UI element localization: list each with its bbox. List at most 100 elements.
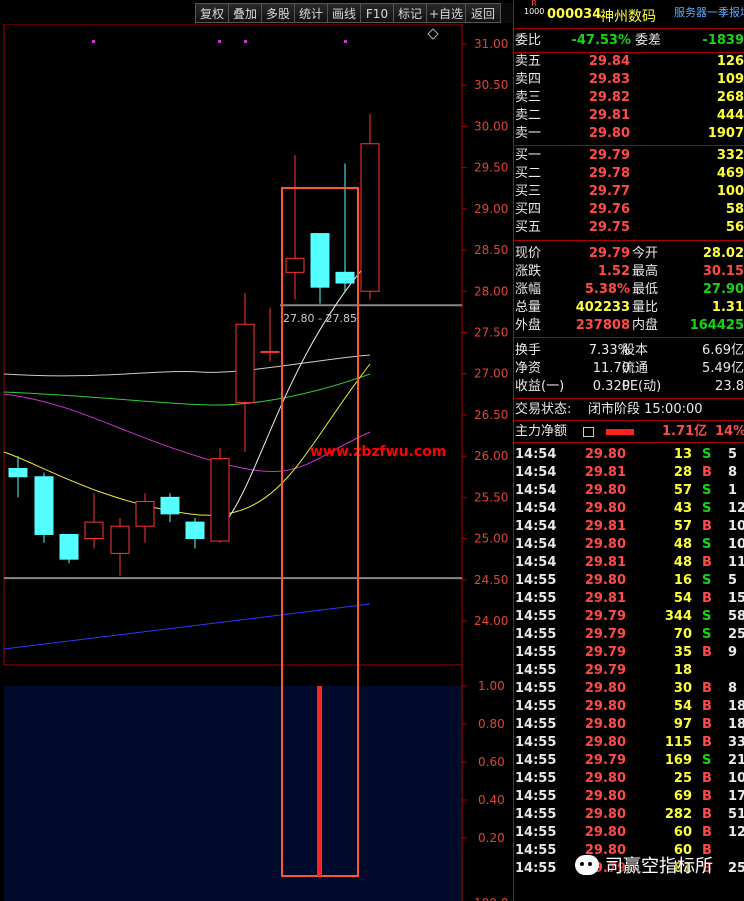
- tick-volume: 16: [673, 573, 692, 588]
- tick-time: 14:55: [515, 717, 557, 732]
- tick-side: S: [702, 609, 712, 624]
- price-tick-label: 24.50: [474, 573, 508, 587]
- server-label: 服务器一季报增: [674, 6, 744, 19]
- tick-volume: 48: [673, 555, 692, 570]
- tick-price: 29.80: [584, 537, 626, 552]
- quote-label-2: 量比: [632, 300, 659, 315]
- quote-label-2: 内盘: [632, 318, 659, 333]
- tick-side: B: [702, 807, 712, 822]
- quote-value-2: 164425: [689, 318, 744, 333]
- ask-label: 卖四: [515, 72, 542, 87]
- tick-side: B: [702, 789, 712, 804]
- tick-side: B: [702, 681, 712, 696]
- price-tick-label: 25.50: [474, 490, 508, 504]
- toolbar-button[interactable]: 复权: [195, 3, 228, 23]
- tick-count: 21: [728, 753, 744, 768]
- tick-price: 29.80: [584, 483, 626, 498]
- tick-row: 14:54 29.80 13 S 5: [514, 446, 744, 464]
- tick-time: 14:55: [515, 663, 557, 678]
- tick-row: 14:55 29.80 54 B 18: [514, 698, 744, 716]
- tick-volume: 344: [664, 609, 692, 624]
- indicator-pane: [4, 686, 462, 901]
- bid-label: 买一: [515, 148, 542, 163]
- tick-time: 14:55: [515, 753, 557, 768]
- tick-time: 14:54: [515, 519, 557, 534]
- quote-row: 外盘 237808 内盘 164425: [514, 317, 744, 335]
- toolbar-button[interactable]: F10: [360, 3, 393, 23]
- tick-count: 17: [728, 789, 744, 804]
- tick-price: 29.81: [584, 555, 626, 570]
- tick-time: 14:55: [515, 861, 557, 876]
- tick-time: 14:54: [515, 555, 557, 570]
- tick-row: 14:54 29.81 28 B 8: [514, 464, 744, 482]
- stat-label: 净资: [515, 361, 542, 376]
- candle-body: [235, 323, 255, 404]
- tick-row: 14:55 29.79 169 S 21: [514, 752, 744, 770]
- stat-label: 换手: [515, 343, 542, 358]
- price-tick-label: 27.50: [474, 326, 508, 340]
- tick-row: 14:55 29.80 25 B 10: [514, 770, 744, 788]
- tick-count: 51: [728, 807, 744, 822]
- ask-row: 卖四 29.83 109: [514, 71, 744, 89]
- tick-side: B: [702, 699, 712, 714]
- tick-count: 33: [728, 735, 744, 750]
- wechat-icon: [575, 855, 599, 875]
- bid-label: 买三: [515, 184, 542, 199]
- list-icon[interactable]: [583, 427, 594, 437]
- tick-volume: 169: [664, 753, 692, 768]
- stock-name: 神州数码: [600, 9, 656, 25]
- candle-body: [285, 257, 305, 273]
- candle-body: [335, 271, 355, 284]
- candle-body: [8, 468, 28, 478]
- ask-price: 29.82: [588, 90, 630, 105]
- toolbar-button[interactable]: 返回: [465, 3, 501, 23]
- candle-body: [160, 496, 180, 515]
- tick-side: S: [702, 447, 712, 462]
- tick-volume: 115: [664, 735, 692, 750]
- tick-time: 14:54: [515, 537, 557, 552]
- tick-row: 14:55 29.80 97 B 18: [514, 716, 744, 734]
- tick-volume: 43: [673, 501, 692, 516]
- ask-volume: 444: [716, 108, 744, 123]
- tick-price: 29.79: [584, 663, 626, 678]
- toolbar-button[interactable]: +自选: [426, 3, 465, 23]
- tick-time: 14:55: [515, 789, 557, 804]
- candle-body: [360, 143, 380, 292]
- tick-row: 14:55 29.79 344 S 58: [514, 608, 744, 626]
- toolbar-button[interactable]: 多股: [261, 3, 294, 23]
- tick-row: 14:55 29.79 70 S 25: [514, 626, 744, 644]
- tick-count: 1: [728, 483, 738, 498]
- tick-volume: 60: [673, 825, 692, 840]
- bid-volume: 332: [716, 148, 744, 163]
- toolbar-button[interactable]: 统计: [294, 3, 327, 23]
- toolbar-button[interactable]: 叠加: [228, 3, 261, 23]
- tick-price: 29.79: [584, 609, 626, 624]
- tick-side: B: [702, 519, 712, 534]
- quote-panel: R 1000 000034 神州数码 服务器一季报增 委比 -47.53% 委差 -18…: [513, 0, 744, 901]
- kline-chart[interactable]: 31.00 30.50 30.00 29.50 29.00 28.50 28.00 27.50…: [0, 24, 513, 901]
- toolbar-button[interactable]: 画线: [327, 3, 360, 23]
- tick-volume: 35: [673, 645, 692, 660]
- marker-dot: [244, 40, 247, 43]
- tick-count: 10: [728, 771, 744, 786]
- range-annotation: 27.80 - 27.85: [283, 312, 357, 325]
- tick-count: 10: [728, 537, 744, 552]
- tick-price: 29.80: [584, 681, 626, 696]
- tick-row: 14:55 29.80 16 S 5: [514, 572, 744, 590]
- indicator-tick-label: 0.80: [478, 717, 505, 731]
- tick-volume: 70: [673, 627, 692, 642]
- candle-body: [84, 521, 104, 540]
- tick-time: 14:55: [515, 735, 557, 750]
- quote-label: 总量: [515, 300, 542, 315]
- bid-price: 29.75: [588, 220, 630, 235]
- price-tick-label: 31.00: [474, 37, 508, 51]
- tick-row: 14:54 29.80 43 S 12: [514, 500, 744, 518]
- toolbar-button[interactable]: 标记: [393, 3, 426, 23]
- stat-label-2: PE(动): [622, 379, 662, 394]
- ask-row: 卖一 29.80 1907: [514, 125, 744, 143]
- tick-count: 18: [728, 699, 744, 714]
- tick-side: B: [702, 645, 712, 660]
- quote-label: 现价: [515, 246, 542, 261]
- tick-time: 14:55: [515, 681, 557, 696]
- tick-time: 14:54: [515, 483, 557, 498]
